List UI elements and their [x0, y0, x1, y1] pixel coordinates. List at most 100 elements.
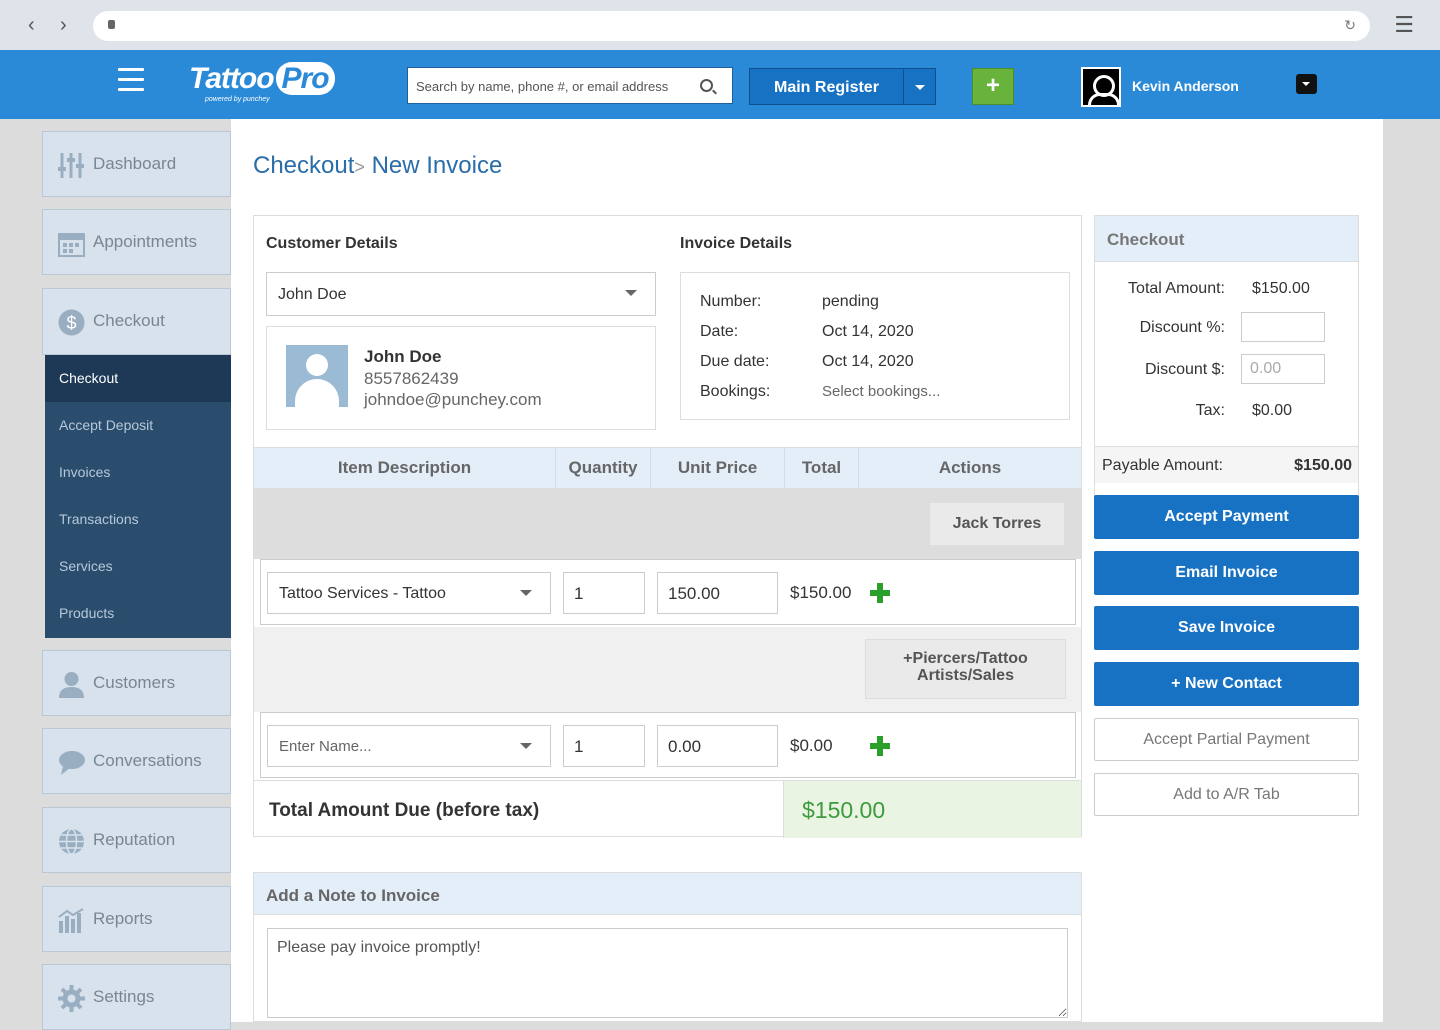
- subnav-item-transactions[interactable]: Transactions: [45, 496, 231, 543]
- note-heading: Add a Note to Invoice: [254, 873, 1081, 915]
- user-menu-caret-icon[interactable]: [1296, 74, 1317, 94]
- items-table-header: Item Description Quantity Unit Price Tot…: [254, 447, 1081, 489]
- subnav-item-accept-deposit[interactable]: Accept Deposit: [45, 402, 231, 449]
- breadcrumb: Checkout> New Invoice: [253, 152, 503, 179]
- dollar-icon: $: [58, 309, 85, 336]
- browser-menu-icon[interactable]: ☰: [1394, 12, 1414, 38]
- quantity-input[interactable]: 1: [563, 572, 645, 614]
- browser-chrome: ‹ › ↻ ☰: [0, 0, 1440, 50]
- accept-partial-payment-button[interactable]: Accept Partial Payment: [1094, 718, 1359, 761]
- column-header: Unit Price: [651, 448, 785, 488]
- sidebar-item-checkout[interactable]: $ Checkout: [42, 288, 231, 355]
- sidebar-item-customers[interactable]: Customers: [42, 650, 231, 716]
- subnav-item-invoices[interactable]: Invoices: [45, 449, 231, 496]
- checkout-summary: Checkout Total Amount: $150.00 Discount …: [1094, 215, 1359, 496]
- avatar[interactable]: [1081, 67, 1121, 107]
- payable-row: Payable Amount: $150.00: [1095, 446, 1358, 483]
- subnav-item-services[interactable]: Services: [45, 543, 231, 590]
- customer-select[interactable]: John Doe: [266, 272, 656, 316]
- customer-card: John Doe 8557862439 johndoe@punchey.com: [266, 326, 656, 430]
- new-item-select[interactable]: Enter Name...: [267, 725, 551, 767]
- calendar-icon: [58, 230, 85, 257]
- main-content: Checkout> New Invoice Customer Details J…: [231, 119, 1383, 1022]
- accept-payment-button[interactable]: Accept Payment: [1094, 495, 1359, 539]
- add-item-icon[interactable]: [870, 736, 890, 756]
- column-header: Total: [785, 448, 859, 488]
- artist-band: Jack Torres: [254, 489, 1081, 559]
- subnav-item-checkout[interactable]: Checkout: [45, 355, 231, 402]
- email-invoice-button[interactable]: Email Invoice: [1094, 551, 1359, 595]
- sidebar-item-reports[interactable]: Reports: [42, 886, 231, 952]
- back-icon[interactable]: ‹: [28, 14, 35, 37]
- quantity-input[interactable]: 1: [563, 725, 645, 767]
- sidebar-item-reputation[interactable]: Reputation: [42, 807, 231, 873]
- discount-percent-input[interactable]: [1241, 312, 1325, 342]
- column-header: Actions: [938, 458, 1002, 477]
- reload-icon[interactable]: ↻: [1344, 17, 1356, 34]
- breadcrumb-parent[interactable]: Checkout: [253, 152, 354, 179]
- table-row: Enter Name... 1 0.00 $0.00: [260, 712, 1076, 778]
- add-item-icon[interactable]: [870, 583, 890, 603]
- chevron-down-icon[interactable]: [903, 69, 935, 104]
- breadcrumb-current: New Invoice: [371, 152, 503, 179]
- checkout-heading: Checkout: [1095, 216, 1358, 262]
- sidebar-item-conversations[interactable]: Conversations: [42, 728, 231, 794]
- quick-add-button[interactable]: +: [972, 68, 1014, 105]
- address-bar[interactable]: ↻: [93, 11, 1370, 41]
- invoice-due-date[interactable]: Oct 14, 2020: [822, 353, 914, 371]
- invoice-details-box: Number: pending Date: Oct 14, 2020 Due d…: [680, 272, 1070, 420]
- person-icon: [58, 671, 85, 698]
- chat-bubble-icon: [58, 749, 85, 776]
- invoice-details-heading: Invoice Details: [680, 235, 793, 252]
- globe-icon: [58, 828, 85, 855]
- gear-icon: [58, 985, 85, 1012]
- logo[interactable]: Tattoo Pro powered by punchey: [189, 62, 335, 103]
- checkout-submenu: Checkout Accept Deposit Invoices Transac…: [45, 355, 231, 638]
- table-row: Tattoo Services - Tattoo 1 150.00 $150.0…: [260, 559, 1076, 625]
- total-amount: $150.00: [802, 797, 886, 823]
- chevron-down-icon: [625, 290, 637, 302]
- line-total: $0.00: [790, 736, 833, 755]
- add-to-ar-tab-button[interactable]: Add to A/R Tab: [1094, 773, 1359, 816]
- customer-avatar: [286, 345, 348, 407]
- user-name[interactable]: Kevin Anderson: [1132, 78, 1239, 94]
- column-header: Item Description: [254, 448, 556, 488]
- save-invoice-button[interactable]: Save Invoice: [1094, 606, 1359, 650]
- subnav-item-products[interactable]: Products: [45, 590, 231, 637]
- add-artist-button[interactable]: +Piercers/Tattoo Artists/Sales: [865, 639, 1066, 699]
- discount-amount-input[interactable]: 0.00: [1241, 354, 1325, 384]
- hamburger-menu-icon[interactable]: [118, 68, 144, 92]
- app-header: Tattoo Pro powered by punchey Search by n…: [0, 50, 1440, 119]
- total-amount-value: $150.00: [1252, 280, 1310, 297]
- sidebar-item-dashboard[interactable]: Dashboard: [42, 131, 231, 197]
- artist-button[interactable]: Jack Torres: [929, 502, 1065, 546]
- invoice-number: pending: [822, 293, 879, 310]
- sidebar-item-appointments[interactable]: Appointments: [42, 209, 231, 275]
- payable-amount: $150.00: [1294, 457, 1352, 474]
- bookings-select[interactable]: Select bookings...: [822, 383, 940, 400]
- chevron-down-icon: [520, 743, 532, 755]
- unit-price-input[interactable]: 150.00: [657, 572, 778, 614]
- invoice-date[interactable]: Oct 14, 2020: [822, 323, 914, 341]
- chevron-down-icon: [520, 590, 532, 602]
- new-contact-button[interactable]: + New Contact: [1094, 662, 1359, 706]
- forward-icon[interactable]: ›: [60, 14, 67, 37]
- note-textarea[interactable]: Please pay invoice promptly!: [267, 928, 1068, 1018]
- customer-email: johndoe@punchey.com: [364, 390, 542, 409]
- unit-price-input[interactable]: 0.00: [657, 725, 778, 767]
- svg-text:$: $: [66, 313, 76, 333]
- service-select[interactable]: Tattoo Services - Tattoo: [267, 572, 551, 614]
- lock-icon: [108, 20, 115, 29]
- customer-name: John Doe: [364, 347, 442, 366]
- search-input[interactable]: Search by name, phone #, or email addres…: [407, 67, 733, 104]
- total-label: Total Amount Due (before tax): [269, 800, 540, 821]
- customer-phone: 8557862439: [364, 369, 459, 388]
- register-select[interactable]: Main Register: [749, 68, 936, 105]
- sidebar: Dashboard Appointments $ Checkout Checko…: [0, 119, 231, 1030]
- tax-value: $0.00: [1252, 402, 1293, 419]
- invoice-card: Customer Details John Doe John Doe 85578…: [253, 215, 1082, 838]
- invoice-note-panel: Add a Note to Invoice Please pay invoice…: [253, 872, 1082, 1022]
- column-header: Quantity: [556, 448, 651, 488]
- search-icon[interactable]: [700, 79, 713, 92]
- sidebar-item-settings[interactable]: Settings: [42, 964, 231, 1030]
